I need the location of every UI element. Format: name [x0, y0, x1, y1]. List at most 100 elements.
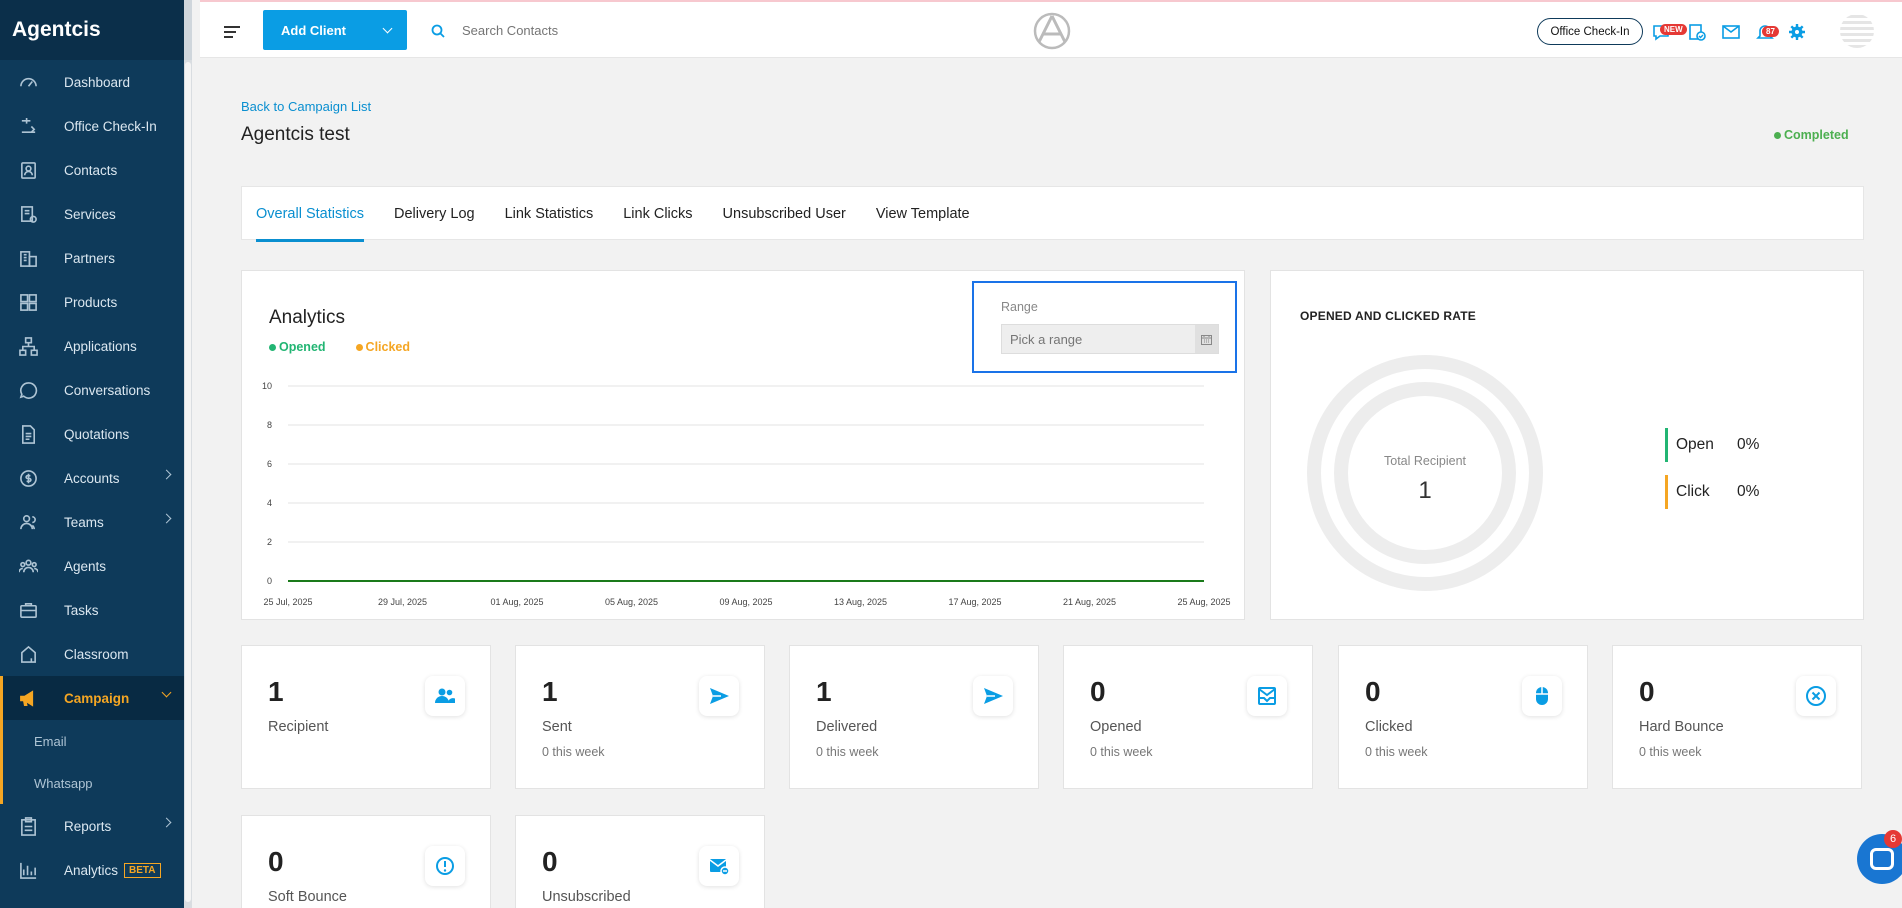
stat-label: Soft Bounce: [268, 889, 347, 905]
stat-value: 1: [542, 676, 558, 707]
brand-logo[interactable]: Agentcis: [0, 0, 192, 60]
sidebar-item-campaign[interactable]: Campaign: [0, 676, 184, 720]
stat-value: 0: [542, 846, 558, 877]
analytics-card: Analytics Opened Clicked Range 0 2 4 6 8 10 25…: [241, 270, 1245, 620]
sidebar-item-classroom[interactable]: Classroom: [0, 632, 184, 676]
stat-card-recipient: 1 Recipient: [241, 645, 491, 789]
gear-icon[interactable]: [1788, 23, 1806, 41]
sidebar-nav: Dashboard Office Check-In Contacts Servi…: [0, 60, 184, 892]
x-tick-label: 09 Aug, 2025: [719, 597, 772, 607]
open-rate-legend: Open 0%: [1665, 428, 1759, 462]
date-range-input[interactable]: [1001, 324, 1219, 354]
mail-icon[interactable]: [1722, 23, 1740, 41]
sidebar-item-conversations[interactable]: Conversations: [0, 368, 184, 412]
user-avatar[interactable]: [1840, 14, 1874, 48]
stat-sub: 0 this week: [1090, 745, 1153, 759]
tab-unsubscribed-user[interactable]: Unsubscribed User: [723, 187, 846, 241]
chevron-right-icon: [161, 817, 172, 828]
y-tick-label: 8: [267, 420, 272, 430]
send-icon: [973, 676, 1013, 716]
sidebar-item-office-checkin[interactable]: Office Check-In: [0, 104, 184, 148]
tab-view-template[interactable]: View Template: [876, 187, 970, 241]
y-tick-label: 4: [267, 498, 272, 508]
search-contacts-input[interactable]: [462, 18, 722, 42]
rate-title: OPENED AND CLICKED RATE: [1300, 309, 1476, 323]
x-tick-label: 05 Aug, 2025: [605, 597, 658, 607]
alert-circle-icon: [425, 846, 465, 886]
total-recipient-label: Total Recipient: [1384, 454, 1466, 468]
rate-donut-chart: [1307, 355, 1543, 591]
click-rate-legend: Click 0%: [1665, 475, 1759, 509]
legend-opened[interactable]: Opened: [269, 340, 326, 354]
sidebar-item-label: Contacts: [64, 162, 118, 178]
conversations-icon: [18, 380, 38, 400]
tab-link-statistics[interactable]: Link Statistics: [505, 187, 594, 241]
sidebar-item-agents[interactable]: Agents: [0, 544, 184, 588]
sidebar-item-applications[interactable]: Applications: [0, 324, 184, 368]
analytics-title: Analytics: [269, 307, 346, 328]
open-rate-value: 0%: [1737, 436, 1760, 453]
x-tick-label: 25 Aug, 2025: [1177, 597, 1230, 607]
sidebar-item-reports[interactable]: Reports: [0, 804, 184, 848]
sidebar-item-label: Conversations: [64, 382, 151, 398]
stat-label: Opened: [1090, 719, 1142, 735]
mail-unsub-icon: [699, 846, 739, 886]
legend-clicked[interactable]: Clicked: [355, 340, 410, 354]
sidebar-item-teams[interactable]: Teams: [0, 500, 184, 544]
chat-unread-badge: 6: [1884, 830, 1902, 848]
sidebar-item-products[interactable]: Products: [0, 280, 184, 324]
status-badge: Completed: [1774, 128, 1849, 142]
users-icon: [425, 676, 465, 716]
megaphone-icon: [18, 688, 38, 708]
sidebar-item-services[interactable]: Services: [0, 192, 184, 236]
stat-value: 0: [268, 846, 284, 877]
total-recipient-value: 1: [1418, 477, 1432, 504]
chevron-down-icon[interactable]: [382, 23, 393, 34]
sidebar-item-analytics[interactable]: Analytics BETA: [0, 848, 184, 892]
office-checkin-button[interactable]: Office Check-In: [1537, 18, 1643, 45]
add-client-button[interactable]: Add Client: [263, 10, 407, 50]
tab-delivery-log[interactable]: Delivery Log: [394, 187, 475, 241]
chevron-right-icon: [161, 513, 172, 524]
sidebar-item-dashboard[interactable]: Dashboard: [0, 60, 184, 104]
sidebar-subitem-email[interactable]: Email: [0, 720, 184, 762]
y-tick-label: 6: [267, 459, 272, 469]
stat-value: 0: [1365, 676, 1381, 707]
open-rate-label: Open: [1676, 436, 1714, 453]
inbox-icon: [1247, 676, 1287, 716]
back-to-campaign-list-link[interactable]: Back to Campaign List: [241, 99, 371, 114]
legend-clicked-dot: [355, 343, 363, 351]
sidebar-item-label: Tasks: [64, 602, 99, 618]
sidebar-item-partners[interactable]: Partners: [0, 236, 184, 280]
analytics-line-chart: 0 2 4 6 8 10 25 Jul, 2025 29 Jul, 2025 01 Aug, 2…: [262, 381, 1231, 607]
calendar-icon[interactable]: [1195, 325, 1218, 353]
tab-overall-statistics[interactable]: Overall Statistics: [256, 187, 364, 242]
sidebar-item-contacts[interactable]: Contacts: [0, 148, 184, 192]
legend-opened-label: Opened: [279, 340, 326, 354]
y-tick-label: 2: [267, 537, 272, 547]
legend-opened-dot: [269, 343, 276, 351]
search-icon[interactable]: [431, 24, 445, 43]
stat-value: 1: [816, 676, 832, 707]
classroom-icon: [18, 644, 38, 664]
services-icon: [18, 204, 38, 224]
sidebar-scrollbar[interactable]: [184, 60, 192, 908]
tab-link-clicks[interactable]: Link Clicks: [623, 187, 692, 241]
sidebar-item-accounts[interactable]: Accounts: [0, 456, 184, 500]
status-dot: [1774, 131, 1781, 139]
stat-sub: 0 this week: [542, 745, 605, 759]
x-tick-label: 25 Jul, 2025: [263, 597, 312, 607]
menu-toggle-icon[interactable]: [224, 26, 240, 41]
checklist-icon[interactable]: [1688, 23, 1706, 41]
stat-label: Hard Bounce: [1639, 719, 1724, 735]
sidebar-item-label: Office Check-In: [64, 118, 157, 134]
mouse-icon: [1522, 676, 1562, 716]
sidebar-item-label: Teams: [64, 514, 104, 530]
sidebar-scrollbar-thumb[interactable]: [185, 62, 191, 902]
sidebar-item-quotations[interactable]: Quotations: [0, 412, 184, 456]
contacts-icon: [18, 160, 38, 180]
sidebar-subitem-whatsapp[interactable]: Whatsapp: [0, 762, 184, 804]
sidebar-item-tasks[interactable]: Tasks: [0, 588, 184, 632]
stat-card-sent: 1 Sent 0 this week: [515, 645, 765, 789]
chevron-right-icon: [161, 469, 172, 480]
